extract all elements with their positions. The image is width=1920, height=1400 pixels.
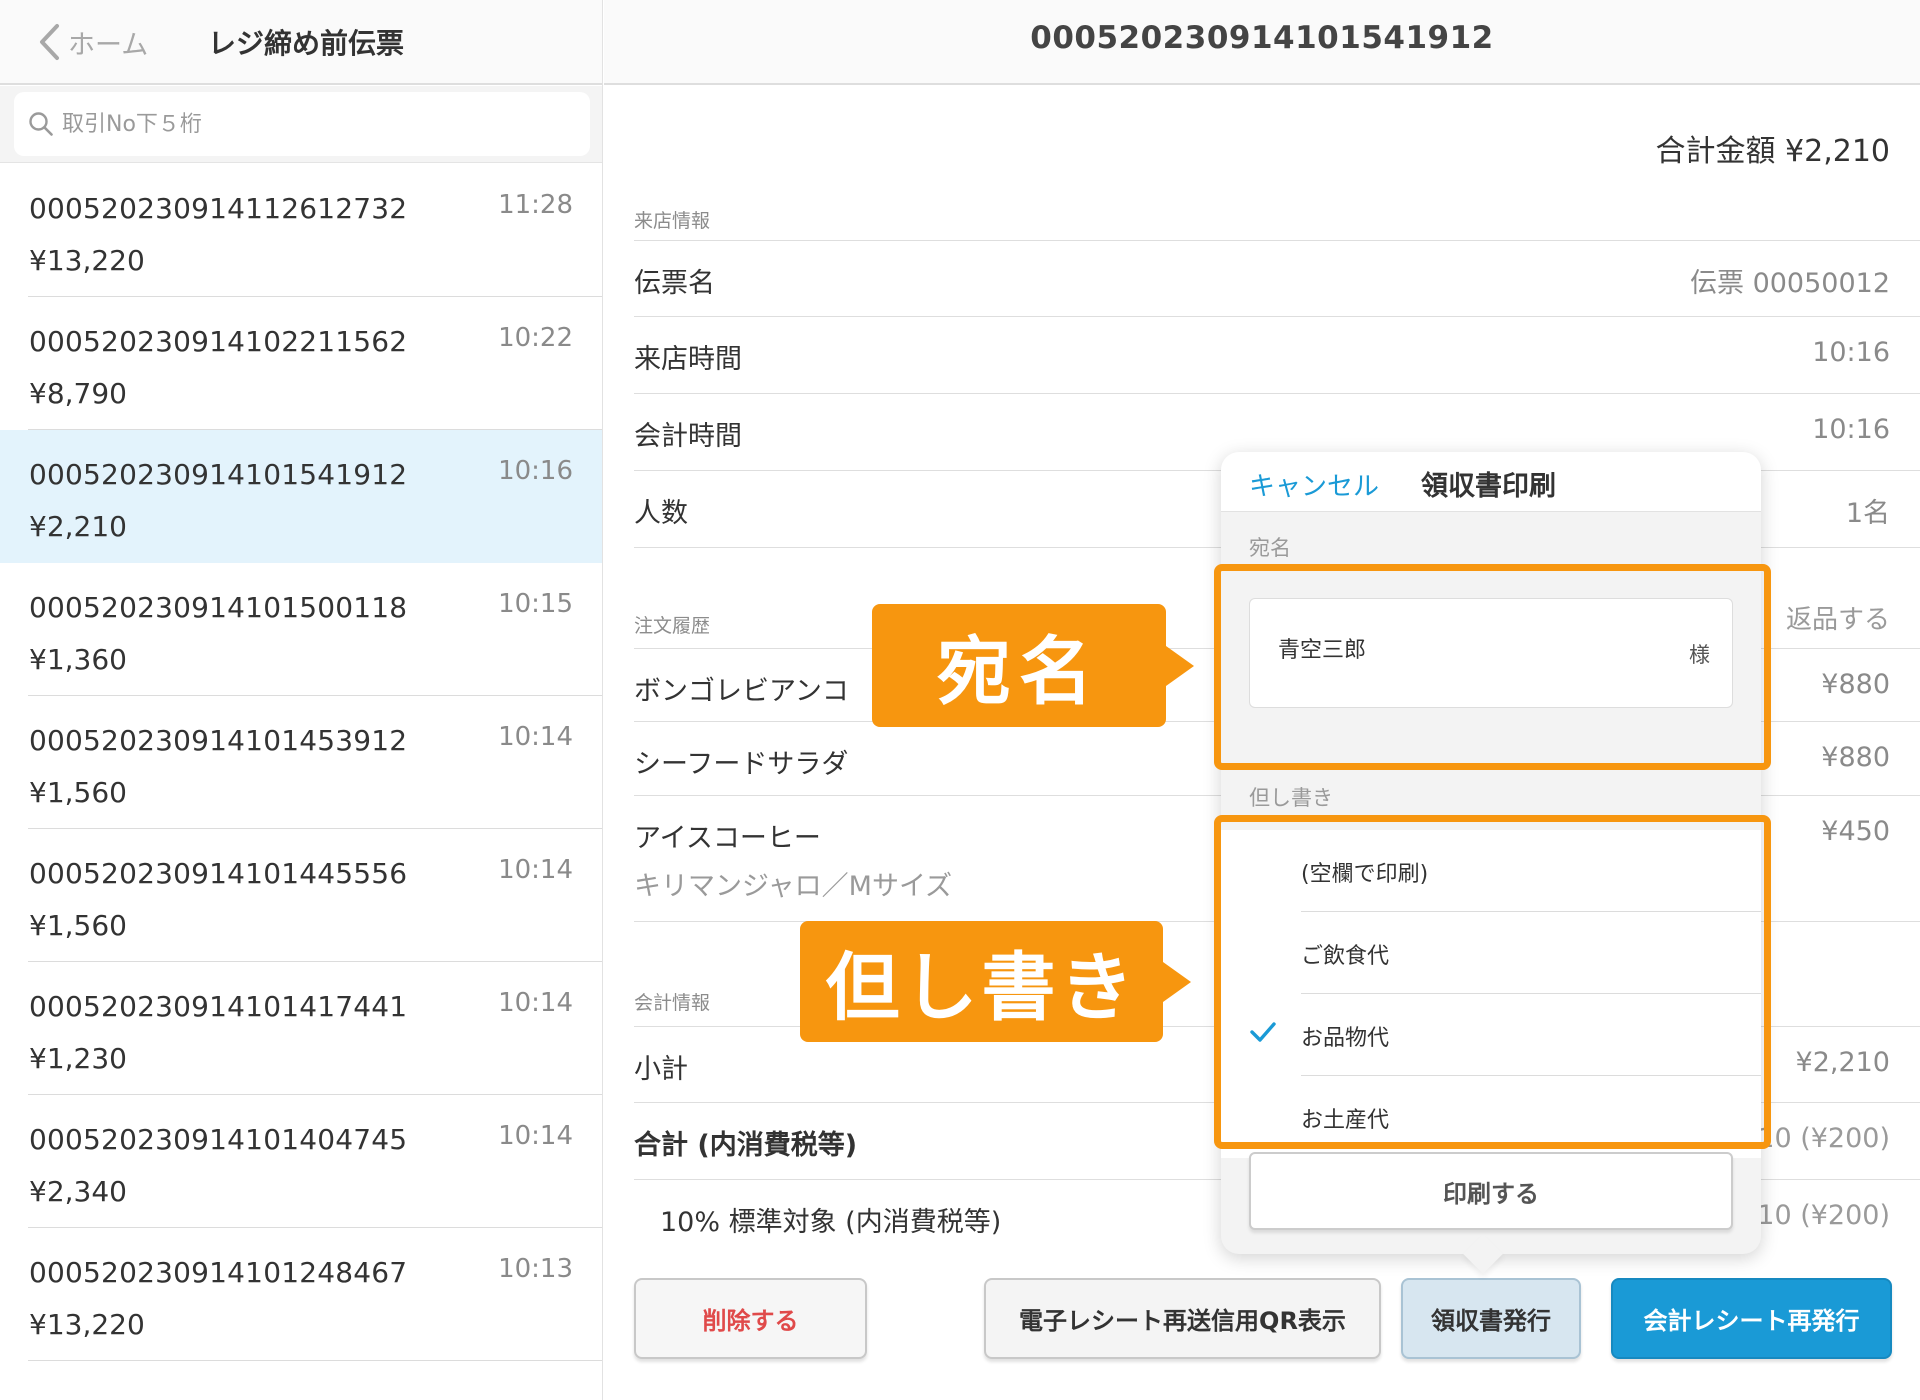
delete-button[interactable]: 削除する [634, 1278, 867, 1359]
row-value: ¥880 [1821, 742, 1890, 773]
transaction-amount: ¥1,230 [29, 1042, 127, 1075]
chevron-left-icon [40, 24, 59, 60]
visit-info-label: 来店情報 [634, 210, 711, 232]
account-info-label: 会計情報 [634, 992, 711, 1014]
row-value: ¥2,210 [1795, 1047, 1890, 1078]
transaction-number: 000520230914102211562 [29, 325, 408, 358]
transaction-item-selected[interactable]: 000520230914101541912 ¥2,210 10:16 [0, 430, 602, 563]
qr-resend-button[interactable]: 電子レシート再送信用QR表示 [984, 1278, 1381, 1359]
left-header: ホーム レジ締め前伝票 [0, 0, 602, 85]
transaction-item[interactable]: 000520230914112612732 ¥13,220 11:28 [0, 164, 602, 297]
popover-header: キャンセル 領収書印刷 [1221, 452, 1761, 512]
left-title: レジ締め前伝票 [208, 27, 405, 60]
transaction-number: 000520230914101541912 [29, 458, 408, 491]
transaction-number: 000520230914101248467 [29, 1256, 408, 1289]
reissue-receipt-button[interactable]: 会計レシート再発行 [1611, 1278, 1892, 1359]
print-button[interactable]: 印刷する [1249, 1152, 1733, 1230]
transaction-time: 10:14 [498, 1121, 573, 1151]
row-label: 人数 [634, 498, 688, 529]
row-value: 10:16 [1812, 337, 1890, 368]
popover-title: 領収書印刷 [1421, 471, 1556, 502]
return-button[interactable]: 返品する [1786, 599, 1890, 636]
proviso-label: 但し書き [1249, 786, 1333, 810]
row-value: 1名 [1845, 498, 1890, 529]
row-label: 10% 標準対象 (内消費税等) [660, 1207, 1002, 1238]
search-icon [29, 112, 53, 136]
back-button[interactable]: ホーム [38, 18, 148, 66]
proviso-highlight-box [1214, 815, 1771, 1149]
slip-number-title: 000520230914101541912 [1030, 20, 1494, 56]
row-label: 会計時間 [634, 421, 742, 452]
search-box[interactable] [14, 92, 590, 156]
transaction-number: 000520230914112612732 [29, 192, 408, 225]
row-value: 伝票 00050012 [1689, 268, 1890, 299]
row-value: ¥880 [1821, 669, 1890, 700]
row-value: 10:16 [1812, 414, 1890, 445]
transaction-amount: ¥8,790 [29, 377, 127, 410]
transaction-time: 10:13 [498, 1254, 573, 1284]
cancel-button[interactable]: キャンセル [1249, 466, 1379, 503]
total-amount: 合計金額 ¥2,210 [1655, 134, 1890, 169]
transaction-time: 10:16 [498, 456, 573, 486]
transaction-number: 000520230914101417441 [29, 990, 408, 1023]
row-label: 合計 (内消費税等) [634, 1130, 858, 1161]
row-label: 来店時間 [634, 344, 742, 375]
addressee-highlight-box [1214, 564, 1771, 770]
transaction-time: 10:14 [498, 855, 573, 885]
row-label: 小計 [634, 1054, 688, 1085]
row-value: 10 (¥200) [1757, 1123, 1890, 1154]
info-row-visit-time: 来店時間 10:16 [634, 317, 1920, 394]
search-bar [0, 86, 602, 163]
transaction-number: 000520230914101500118 [29, 591, 408, 624]
transaction-item[interactable]: 000520230914101445556 ¥1,560 10:14 [0, 829, 602, 962]
transaction-amount: ¥1,360 [29, 643, 127, 676]
transaction-time: 10:15 [498, 589, 573, 619]
row-value: ¥450 [1821, 816, 1890, 847]
transaction-number: 000520230914101453912 [29, 724, 408, 757]
transaction-time: 11:28 [498, 190, 573, 220]
transaction-item[interactable]: 000520230914101248467 ¥13,220 10:13 [0, 1228, 602, 1361]
row-label: ボンゴレビアンコ [634, 676, 849, 707]
order-history-label: 注文履歴 [634, 615, 711, 637]
back-label: ホーム [68, 29, 149, 61]
divider [28, 1360, 602, 1361]
transaction-item[interactable]: 000520230914101404745 ¥2,340 10:14 [0, 1095, 602, 1228]
transaction-list: 000520230914112612732 ¥13,220 11:28 0005… [0, 164, 602, 1361]
addressee-callout: 宛名 [872, 604, 1194, 727]
transaction-item[interactable]: 000520230914102211562 ¥8,790 10:22 [0, 297, 602, 430]
transaction-amount: ¥1,560 [29, 909, 127, 942]
row-label: アイスコーヒー [634, 823, 821, 854]
transaction-list-pane: ホーム レジ締め前伝票 000520230914112612732 ¥13,22… [0, 0, 603, 1400]
row-label: 伝票名 [634, 268, 715, 299]
transaction-amount: ¥13,220 [29, 1308, 145, 1341]
transaction-amount: ¥1,560 [29, 776, 127, 809]
row-value: 10 (¥200) [1757, 1200, 1890, 1231]
right-header: 000520230914101541912 [604, 0, 1920, 85]
info-row-slip-name: 伝票名 伝票 00050012 [634, 240, 1920, 317]
transaction-amount: ¥13,220 [29, 244, 145, 277]
issue-receipt-button[interactable]: 領収書発行 [1401, 1278, 1581, 1359]
transaction-amount: ¥2,340 [29, 1175, 127, 1208]
row-option: キリマンジャロ／Mサイズ [634, 871, 953, 902]
addressee-label: 宛名 [1249, 536, 1291, 560]
search-input[interactable] [62, 111, 562, 137]
transaction-number: 000520230914101404745 [29, 1123, 408, 1156]
transaction-time: 10:22 [498, 323, 573, 353]
transaction-amount: ¥2,210 [29, 510, 127, 543]
transaction-item[interactable]: 000520230914101500118 ¥1,360 10:15 [0, 563, 602, 696]
transaction-number: 000520230914101445556 [29, 857, 408, 890]
transaction-time: 10:14 [498, 988, 573, 1018]
transaction-item[interactable]: 000520230914101417441 ¥1,230 10:14 [0, 962, 602, 1095]
transaction-time: 10:14 [498, 722, 573, 752]
row-label: シーフードサラダ [634, 749, 849, 780]
transaction-item[interactable]: 000520230914101453912 ¥1,560 10:14 [0, 696, 602, 829]
proviso-callout: 但し書き [800, 921, 1191, 1042]
